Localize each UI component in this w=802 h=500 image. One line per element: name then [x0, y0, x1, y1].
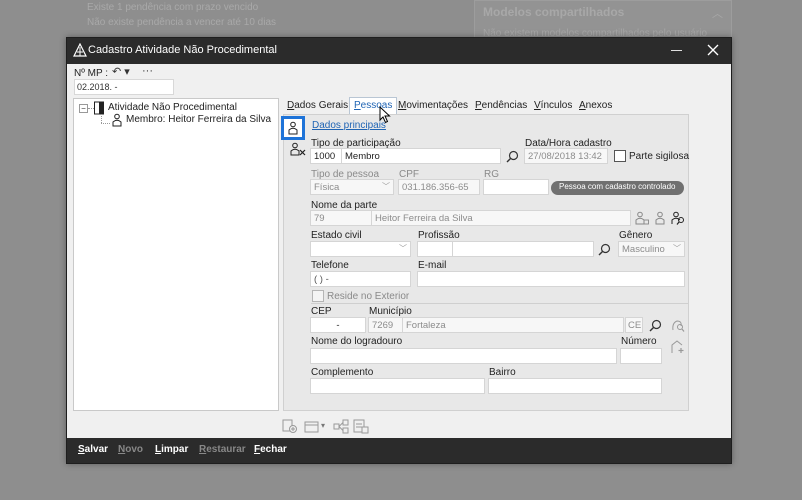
cadastro-window: Cadastro Atividade Não Procedimental Nº … — [66, 37, 732, 464]
dados-principais-link[interactable]: Dados principais — [312, 120, 386, 131]
action-bar: Salvar Novo Limpar Restaurar Fechar — [67, 438, 731, 463]
numero-input[interactable] — [620, 348, 662, 364]
data-hora-input: 27/08/2018 13:42 — [524, 148, 608, 164]
tree-collapse-toggle[interactable]: − — [79, 104, 88, 113]
municipio-label: Município — [369, 306, 412, 317]
nome-parte-input: Heitor Ferreira da Silva — [371, 210, 631, 226]
bg-modelos-title: Modelos compartilhados — [483, 5, 625, 19]
logradouro-label: Nome do logradouro — [311, 336, 403, 347]
tab-pendencias[interactable]: Pendências — [471, 98, 531, 114]
telefone-input[interactable]: ( ) - — [310, 271, 411, 287]
chevron-down-icon: ﹀ — [673, 244, 681, 253]
logradouro-input[interactable] — [310, 348, 617, 364]
profissao-label: Profissão — [418, 230, 460, 241]
bg-pendencia-a-vencer: Não existe pendência a vencer até 10 dia… — [87, 17, 277, 28]
person-lock-icon — [112, 113, 122, 127]
chevron-down-icon: ﹀ — [382, 182, 390, 191]
chevron-down-icon: ﹀ — [399, 244, 407, 253]
person-icon[interactable] — [654, 211, 666, 225]
mouse-cursor-icon — [379, 106, 391, 124]
remove-person-icon[interactable] — [290, 142, 306, 156]
municipio-input: Fortaleza — [402, 317, 624, 333]
minimize-button[interactable] — [671, 50, 682, 51]
window-title: Cadastro Atividade Não Procedimental — [88, 44, 277, 56]
more-options-icon[interactable]: ··· — [142, 65, 153, 77]
app-logo-icon — [73, 43, 87, 57]
tab-dados-gerais[interactable]: Dados Gerais — [283, 98, 352, 114]
bg-pendencia-vencida: Existe 1 pendência com prazo vencido — [87, 2, 259, 13]
tipo-participacao-input[interactable]: Membro — [341, 148, 501, 164]
estado-civil-label: Estado civil — [311, 230, 362, 241]
rg-input[interactable] — [483, 179, 549, 195]
municipio-code-input: 7269 — [368, 317, 403, 333]
chevron-up-icon: ︿ — [712, 8, 723, 20]
restaurar-button[interactable]: Restaurar — [199, 444, 246, 455]
chevron-down-icon[interactable]: ▾ — [321, 421, 325, 430]
estado-civil-select[interactable]: ﹀ — [310, 241, 411, 257]
genero-select: Masculino ﹀ — [618, 241, 685, 257]
limpar-button[interactable]: Limpar — [155, 444, 188, 455]
email-input[interactable] — [417, 271, 685, 287]
tree-item-membro[interactable]: Membro: Heitor Ferreira da Silva — [126, 114, 271, 125]
cep-input[interactable]: - — [310, 317, 366, 333]
reside-exterior-label: Reside no Exterior — [327, 291, 410, 302]
address-separator — [311, 303, 688, 304]
novo-button[interactable]: Novo — [118, 444, 143, 455]
bg-modelos-panel: Modelos compartilhados ︿ Não existem mod… — [474, 0, 732, 39]
undo-icon[interactable]: ↶ ▾ — [112, 65, 130, 78]
complemento-label: Complemento — [311, 367, 374, 378]
dados-principais-side-button[interactable] — [281, 116, 305, 140]
close-icon[interactable] — [705, 42, 721, 58]
person-icon — [288, 121, 298, 135]
parte-sigilosa-label: Parte sigilosa — [629, 151, 690, 162]
tipo-pessoa-select: Física ﹀ — [310, 179, 394, 195]
salvar-button[interactable]: Salvar — [78, 444, 108, 455]
folder-icon[interactable] — [304, 420, 320, 433]
tab-anexos[interactable]: Anexos — [575, 98, 616, 114]
tab-movimentacoes[interactable]: Movimentações — [394, 98, 472, 114]
mp-label: Nº MP : — [74, 68, 109, 79]
nome-parte-code-input: 79 — [310, 210, 372, 226]
genero-label: Gênero — [619, 230, 653, 241]
document-icon — [94, 101, 104, 115]
cadastro-controlado-badge: Pessoa com cadastro controlado — [551, 181, 684, 195]
hierarchy-icon[interactable] — [333, 419, 349, 434]
mp-number-input[interactable]: 02.2018. - — [74, 79, 174, 95]
add-document-icon[interactable] — [282, 419, 298, 434]
add-address-icon[interactable] — [671, 340, 685, 354]
telefone-label: Telefone — [311, 260, 349, 271]
bairro-label: Bairro — [489, 367, 516, 378]
bairro-input[interactable] — [488, 378, 662, 394]
search-icon[interactable] — [649, 319, 662, 332]
location-search-icon[interactable] — [671, 319, 685, 332]
person-search-icon[interactable] — [671, 211, 686, 225]
cpf-input: 031.186.356-65 — [398, 179, 480, 195]
person-lock-icon[interactable] — [635, 211, 649, 225]
tab-vinculos[interactable]: Vínculos — [530, 98, 576, 114]
uf-input: CE — [625, 317, 643, 333]
tipo-pessoa-value: Física — [314, 182, 340, 193]
tree-item-atividade[interactable]: Atividade Não Procedimental — [108, 102, 237, 113]
numero-label: Número — [621, 336, 657, 347]
fechar-button[interactable]: Fechar — [254, 444, 287, 455]
record-tree: − Atividade Não Procedimental Membro: He… — [73, 98, 279, 411]
tree-connector — [101, 114, 102, 123]
complemento-input[interactable] — [310, 378, 485, 394]
search-icon[interactable] — [506, 150, 519, 163]
reside-exterior-checkbox[interactable] — [312, 290, 324, 302]
search-icon[interactable] — [598, 243, 611, 256]
profissao-input[interactable] — [452, 241, 594, 257]
profissao-code-input[interactable] — [417, 241, 453, 257]
document-link-icon[interactable] — [353, 419, 369, 434]
tipo-participacao-code-input[interactable]: 1000 — [310, 148, 342, 164]
email-label: E-mail — [418, 260, 447, 271]
tree-connector — [101, 123, 110, 124]
cep-label: CEP — [311, 306, 332, 317]
title-bar: Cadastro Atividade Não Procedimental — [67, 38, 731, 64]
genero-value: Masculino — [622, 244, 665, 255]
parte-sigilosa-checkbox[interactable] — [614, 150, 626, 162]
